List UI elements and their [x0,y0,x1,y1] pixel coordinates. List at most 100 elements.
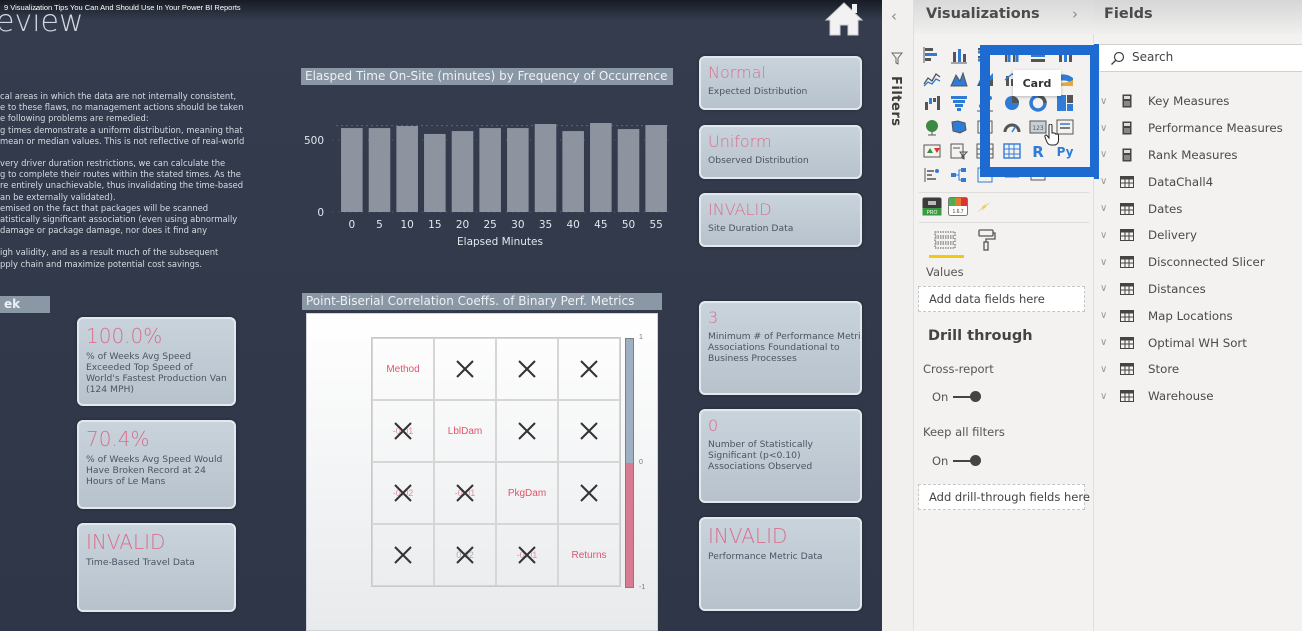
correlation-cell[interactable] [434,338,496,400]
paginated-icon[interactable] [1025,163,1051,187]
values-drop-zone[interactable]: Add data fields here [918,286,1085,312]
correlation-cell[interactable] [558,462,620,524]
toggle-track[interactable] [953,391,982,402]
correlation-cell[interactable] [496,338,558,400]
chevron-down-icon[interactable]: ∨ [1100,310,1114,321]
stacked-area-icon[interactable] [972,67,998,91]
bar[interactable] [590,123,612,212]
drill-through-drop-zone[interactable]: Add drill-through fields here [918,484,1090,510]
home-icon[interactable] [823,0,865,38]
matrix-icon[interactable] [999,139,1025,163]
more-icon[interactable] [1052,163,1078,187]
pro-visual-icon[interactable]: PRO [922,197,942,216]
clustered-column-icon[interactable] [999,43,1025,67]
bar[interactable] [451,131,474,212]
field-table-item[interactable]: ∨ DataChall4 [1098,168,1298,195]
clustered-bar-icon[interactable] [972,43,998,67]
funnel-icon[interactable] [946,91,972,115]
100-stacked-bar-icon[interactable] [1025,43,1051,67]
scatter-icon[interactable] [972,91,998,115]
field-table-item[interactable]: ∨ Performance Measures [1098,115,1298,142]
paint-roller-icon[interactable] [977,228,997,252]
chevron-down-icon[interactable]: ∨ [1100,149,1114,160]
bar[interactable] [479,128,501,212]
score-visual-icon[interactable]: 1.6.7 [948,197,968,216]
table-icon[interactable] [972,139,998,163]
card-site-duration[interactable]: INVALID Site Duration Data [699,193,862,247]
field-table-item[interactable]: ∨ Dates [1098,195,1298,222]
field-table-item[interactable]: ∨ Disconnected Slicer [1098,249,1298,276]
chevron-down-icon[interactable]: ∨ [1100,96,1114,107]
chevron-down-icon[interactable]: ∨ [1100,203,1114,214]
correlation-cell[interactable] [558,338,620,400]
gauge-icon[interactable] [999,115,1025,139]
bar[interactable] [645,125,667,212]
fields-tab-icon[interactable] [930,228,960,258]
card-min-associations[interactable]: 3 Minimum # of Performance Metric Associ… [699,301,862,395]
chevron-down-icon[interactable]: ∨ [1100,123,1114,134]
field-table-item[interactable]: ∨ Rank Measures [1098,142,1298,169]
bar[interactable] [617,129,640,212]
field-table-item[interactable]: ∨ Store [1098,356,1298,383]
filters-pane-collapsed[interactable]: ‹ Filters [882,0,914,631]
correlation-diagonal-label[interactable]: Method [372,338,434,400]
search-input[interactable] [1132,50,1292,64]
correlation-cell[interactable] [372,524,434,586]
key-influencers-icon[interactable] [919,163,945,187]
bolt-visual-icon[interactable] [974,197,994,216]
stacked-column-icon[interactable] [946,43,972,67]
cross-report-toggle[interactable]: On [932,390,982,404]
chevron-down-icon[interactable]: ∨ [1100,337,1114,348]
toggle-track[interactable] [953,455,982,466]
bar[interactable] [368,128,391,212]
bar[interactable] [507,128,529,212]
toggle-knob[interactable] [970,455,982,466]
line-chart-icon[interactable] [919,67,945,91]
100-stacked-column-icon[interactable] [1052,43,1078,67]
search-box[interactable] [1100,44,1302,72]
bar[interactable] [534,124,557,212]
field-table-item[interactable]: ∨ Warehouse [1098,383,1298,410]
filters-label[interactable]: Filters [888,76,903,126]
chevron-down-icon[interactable]: ∨ [1100,391,1114,402]
chevron-down-icon[interactable]: ∨ [1100,230,1114,241]
field-table-item[interactable]: ∨ Distances [1098,276,1298,303]
correlation-cell[interactable]: -0.01 [434,462,496,524]
field-table-item[interactable]: ∨ Map Locations [1098,302,1298,329]
card-expected-distribution[interactable]: Normal Expected Distribution [699,56,862,110]
keep-filters-toggle[interactable]: On [932,454,982,468]
card-speed-exceeded[interactable]: 100.0% % of Weeks Avg Speed Exceeded Top… [77,317,236,406]
filled-map-icon[interactable] [946,115,972,139]
area-chart-icon[interactable] [946,67,972,91]
bar[interactable] [562,131,584,212]
correlation-diagonal-label[interactable]: PkgDam [496,462,558,524]
correlation-cell[interactable] [558,400,620,462]
correlation-cell[interactable]: -0.02 [372,462,434,524]
correlation-cell[interactable]: -0.01 [372,400,434,462]
chevron-down-icon[interactable]: ∨ [1100,257,1114,268]
chevron-down-icon[interactable]: ∨ [1100,176,1114,187]
chevron-down-icon[interactable]: ∨ [1100,283,1114,294]
stacked-bar-icon[interactable] [919,43,945,67]
chevron-right-icon[interactable]: › [1072,5,1078,23]
toggle-knob[interactable] [970,391,982,402]
correlation-cell[interactable]: -0.01 [496,524,558,586]
card-le-mans[interactable]: 70.4% % of Weeks Avg Speed Would Have Br… [77,420,236,509]
correlation-cell[interactable]: 0.02 [434,524,496,586]
chevron-down-icon[interactable]: ∨ [1100,364,1114,375]
bar[interactable] [341,128,363,212]
field-table-item[interactable]: ∨ Delivery [1098,222,1298,249]
slicer-icon[interactable] [946,139,972,163]
card-significant-associations[interactable]: 0 Number of Statistically Significant (p… [699,409,862,503]
card-observed-distribution[interactable]: Uniform Observed Distribution [699,125,862,179]
shape-map-icon[interactable] [972,115,998,139]
correlation-diagonal-label[interactable]: LblDam [434,400,496,462]
card-travel-data[interactable]: INVALID Time-Based Travel Data [77,523,236,612]
bar[interactable] [396,126,418,212]
kpi-icon[interactable] [919,139,945,163]
map-icon[interactable] [919,115,945,139]
smart-narrative-icon[interactable] [999,163,1025,187]
qa-icon[interactable] [972,163,998,187]
waterfall-icon[interactable] [919,91,945,115]
correlation-diagonal-label[interactable]: Returns [558,524,620,586]
